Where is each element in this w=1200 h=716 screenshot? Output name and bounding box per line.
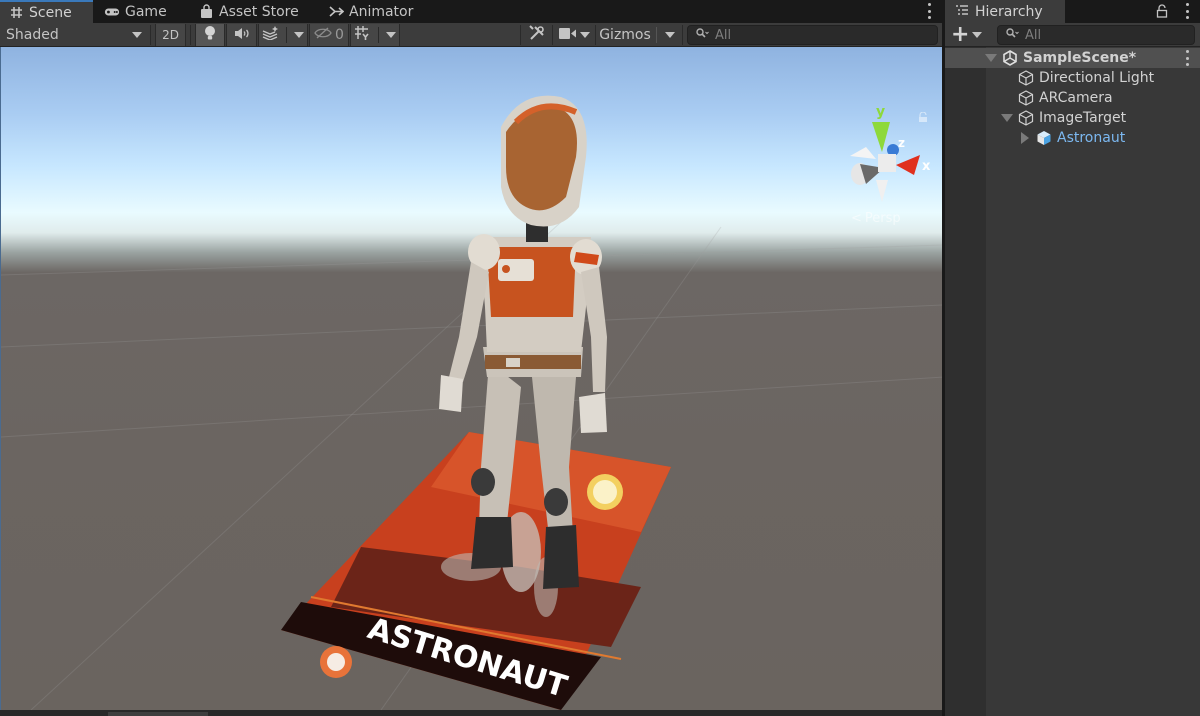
hierarchy-tree: SampleScene* Directional Light ARCamera bbox=[945, 47, 1200, 716]
tab-label: Game bbox=[125, 3, 167, 20]
grid-snap-icon bbox=[354, 25, 372, 45]
lightbulb-icon bbox=[204, 25, 216, 45]
tree-item-imagetarget[interactable]: ImageTarget bbox=[945, 108, 1200, 128]
create-object-dropdown[interactable]: + bbox=[951, 22, 983, 47]
hierarchy-search-field[interactable] bbox=[997, 25, 1195, 45]
shopping-bag-icon bbox=[198, 4, 214, 20]
scene-viewport[interactable]: ASTRONAUT y z x < Persp bbox=[0, 47, 942, 710]
toggle-2d-button[interactable]: 2D bbox=[155, 24, 186, 46]
grid-snapping-dropdown[interactable] bbox=[350, 24, 400, 46]
gizmos-toggle[interactable]: Gizmos bbox=[597, 24, 653, 46]
chevron-down-icon bbox=[293, 32, 304, 38]
cube-outline-icon bbox=[1018, 110, 1034, 126]
gamepad-icon bbox=[104, 4, 120, 20]
hidden-objects-toggle[interactable]: 0 bbox=[309, 24, 349, 46]
tree-item-scene[interactable]: SampleScene* bbox=[945, 48, 1200, 68]
unity-editor: Scene Game Asset Store Animator Shaded 2… bbox=[0, 0, 1200, 716]
projection-toggle[interactable]: < Persp bbox=[851, 211, 901, 226]
gizmo-axis-y-label: y bbox=[876, 104, 885, 120]
gizmo-axis-y[interactable] bbox=[872, 122, 890, 152]
audio-toggle[interactable] bbox=[226, 24, 257, 46]
gizmo-axis-z-label: z bbox=[898, 136, 905, 150]
gizmos-label: Gizmos bbox=[599, 27, 651, 43]
draw-mode-dropdown[interactable]: Shaded bbox=[0, 24, 148, 46]
tab-scene[interactable]: Scene bbox=[0, 0, 93, 23]
horizontal-scrollbar[interactable] bbox=[108, 712, 208, 716]
tree-item-label: ARCamera bbox=[1039, 90, 1113, 106]
chevron-down-icon bbox=[132, 32, 142, 38]
tab-asset-store[interactable]: Asset Store bbox=[190, 0, 307, 23]
scene-window: Scene Game Asset Store Animator Shaded 2… bbox=[0, 0, 942, 716]
speaker-icon bbox=[233, 27, 251, 44]
expand-toggle[interactable] bbox=[1001, 113, 1013, 123]
expand-toggle[interactable] bbox=[1020, 132, 1030, 144]
draw-mode-value: Shaded bbox=[6, 27, 59, 43]
tools-icon bbox=[529, 25, 545, 45]
cube-outline-icon bbox=[1018, 70, 1034, 86]
scene-toolbar: Shaded 2D 0 Gizmos All bbox=[0, 23, 942, 47]
scene-bottom-bar bbox=[0, 710, 942, 716]
chevron-down-icon bbox=[972, 32, 983, 38]
toggle-2d-label: 2D bbox=[162, 28, 179, 42]
hidden-count: 0 bbox=[335, 27, 344, 43]
search-icon bbox=[696, 27, 709, 43]
scene-tabbar: Scene Game Asset Store Animator bbox=[0, 0, 942, 23]
prefab-cube-icon bbox=[1036, 130, 1052, 146]
tree-item-label: Directional Light bbox=[1039, 70, 1155, 86]
expand-toggle[interactable] bbox=[985, 53, 997, 63]
effects-layers-icon bbox=[262, 26, 279, 44]
search-icon bbox=[1006, 27, 1019, 43]
scene-search-field[interactable] bbox=[687, 25, 938, 45]
camera-settings-dropdown[interactable] bbox=[555, 24, 593, 46]
scene-window-menu-button[interactable] bbox=[926, 3, 932, 19]
tab-label: Animator bbox=[349, 3, 414, 20]
tab-label: Asset Store bbox=[219, 3, 299, 20]
tree-item-arcamera[interactable]: ARCamera bbox=[945, 88, 1200, 108]
hierarchy-toolbar: + bbox=[945, 23, 1200, 47]
tree-item-label: SampleScene* bbox=[1023, 50, 1137, 66]
chevron-left-icon: < bbox=[851, 211, 862, 226]
eye-slash-icon bbox=[314, 27, 332, 43]
hierarchy-search-input[interactable] bbox=[1025, 27, 1194, 43]
grid-hash-icon bbox=[8, 5, 24, 21]
gizmo-axis-x-label: x bbox=[922, 159, 931, 174]
tree-item-astronaut[interactable]: Astronaut bbox=[945, 128, 1200, 148]
lighting-toggle[interactable] bbox=[195, 24, 225, 46]
cube-outline-icon bbox=[1018, 90, 1034, 106]
tab-label: Scene bbox=[29, 4, 72, 21]
tab-hierarchy[interactable]: Hierarchy bbox=[945, 0, 1065, 23]
scene-world: ASTRONAUT bbox=[1, 95, 942, 710]
camera-icon bbox=[558, 27, 576, 43]
animator-icon bbox=[328, 4, 344, 20]
hierarchy-menu-button[interactable] bbox=[1184, 3, 1190, 19]
unity-scene-icon bbox=[1002, 50, 1018, 66]
gizmos-dropdown[interactable] bbox=[659, 24, 681, 46]
hierarchy-title: Hierarchy bbox=[975, 3, 1043, 20]
hierarchy-window: Hierarchy + All SampleScene* Directional… bbox=[945, 0, 1200, 716]
chevron-down-icon bbox=[579, 32, 590, 38]
tab-animator[interactable]: Animator bbox=[320, 0, 421, 23]
tree-item-label: ImageTarget bbox=[1039, 110, 1127, 126]
chevron-down-icon bbox=[385, 32, 396, 38]
scene-item-menu-button[interactable] bbox=[1184, 50, 1190, 66]
lock-icon[interactable] bbox=[1156, 4, 1168, 22]
tree-item-label: Astronaut bbox=[1057, 130, 1126, 146]
gizmo-axis-x[interactable] bbox=[896, 155, 920, 175]
chevron-down-icon bbox=[665, 32, 675, 38]
hierarchy-tabbar: Hierarchy bbox=[945, 0, 1200, 23]
tree-item-directional-light[interactable]: Directional Light bbox=[945, 68, 1200, 88]
effects-dropdown[interactable] bbox=[258, 24, 308, 46]
scene-search-input[interactable] bbox=[715, 27, 937, 43]
projection-label: Persp bbox=[864, 211, 901, 226]
gizmo-center-cube[interactable] bbox=[878, 154, 896, 172]
tab-game[interactable]: Game bbox=[96, 0, 175, 23]
add-icon: + bbox=[951, 22, 970, 47]
lock-icon[interactable] bbox=[918, 112, 928, 122]
list-icon bbox=[955, 4, 969, 20]
tools-button[interactable] bbox=[523, 24, 551, 46]
